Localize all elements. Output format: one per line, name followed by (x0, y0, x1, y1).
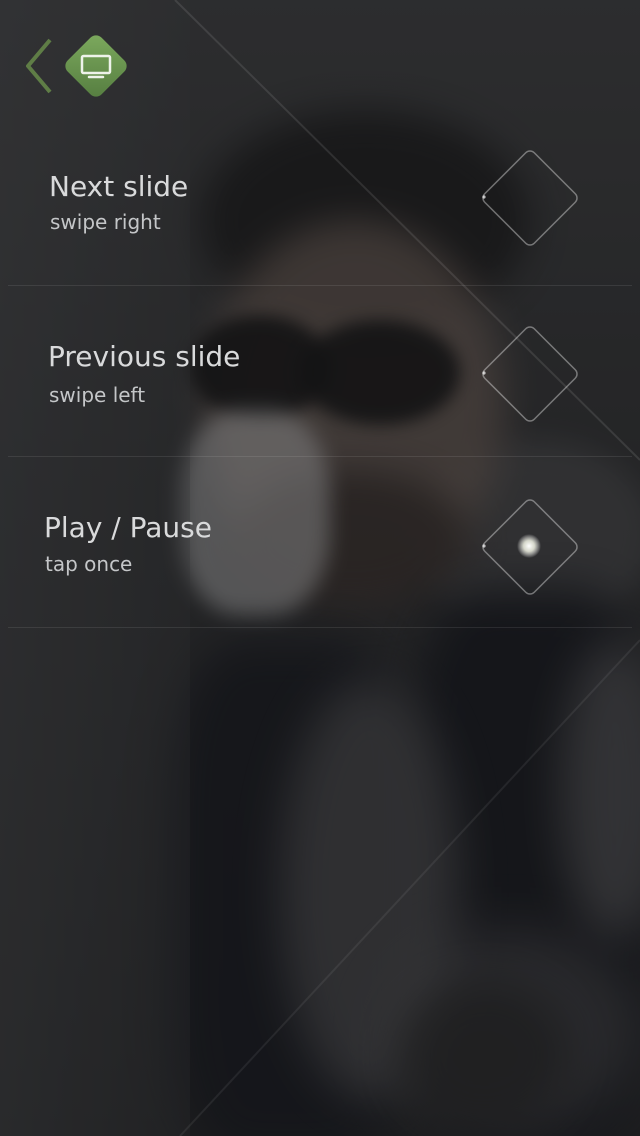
app-icon (65, 35, 127, 97)
gesture-title: Next slide (49, 170, 189, 203)
back-button[interactable] (22, 34, 56, 98)
gesture-title: Previous slide (48, 340, 241, 373)
swipe-left-icon (482, 326, 578, 422)
tap-icon (482, 499, 578, 595)
gesture-hint: swipe right (50, 210, 161, 234)
gesture-hint: swipe left (49, 383, 146, 407)
gesture-title: Play / Pause (44, 511, 212, 544)
gesture-row-next-slide[interactable]: Next slide swipe right (8, 115, 632, 286)
gesture-hint: tap once (45, 552, 133, 576)
chevron-left-icon (26, 38, 52, 94)
swipe-right-icon (482, 150, 578, 246)
gesture-row-play-pause[interactable]: Play / Pause tap once (8, 457, 632, 628)
gesture-row-previous-slide[interactable]: Previous slide swipe left (8, 286, 632, 457)
